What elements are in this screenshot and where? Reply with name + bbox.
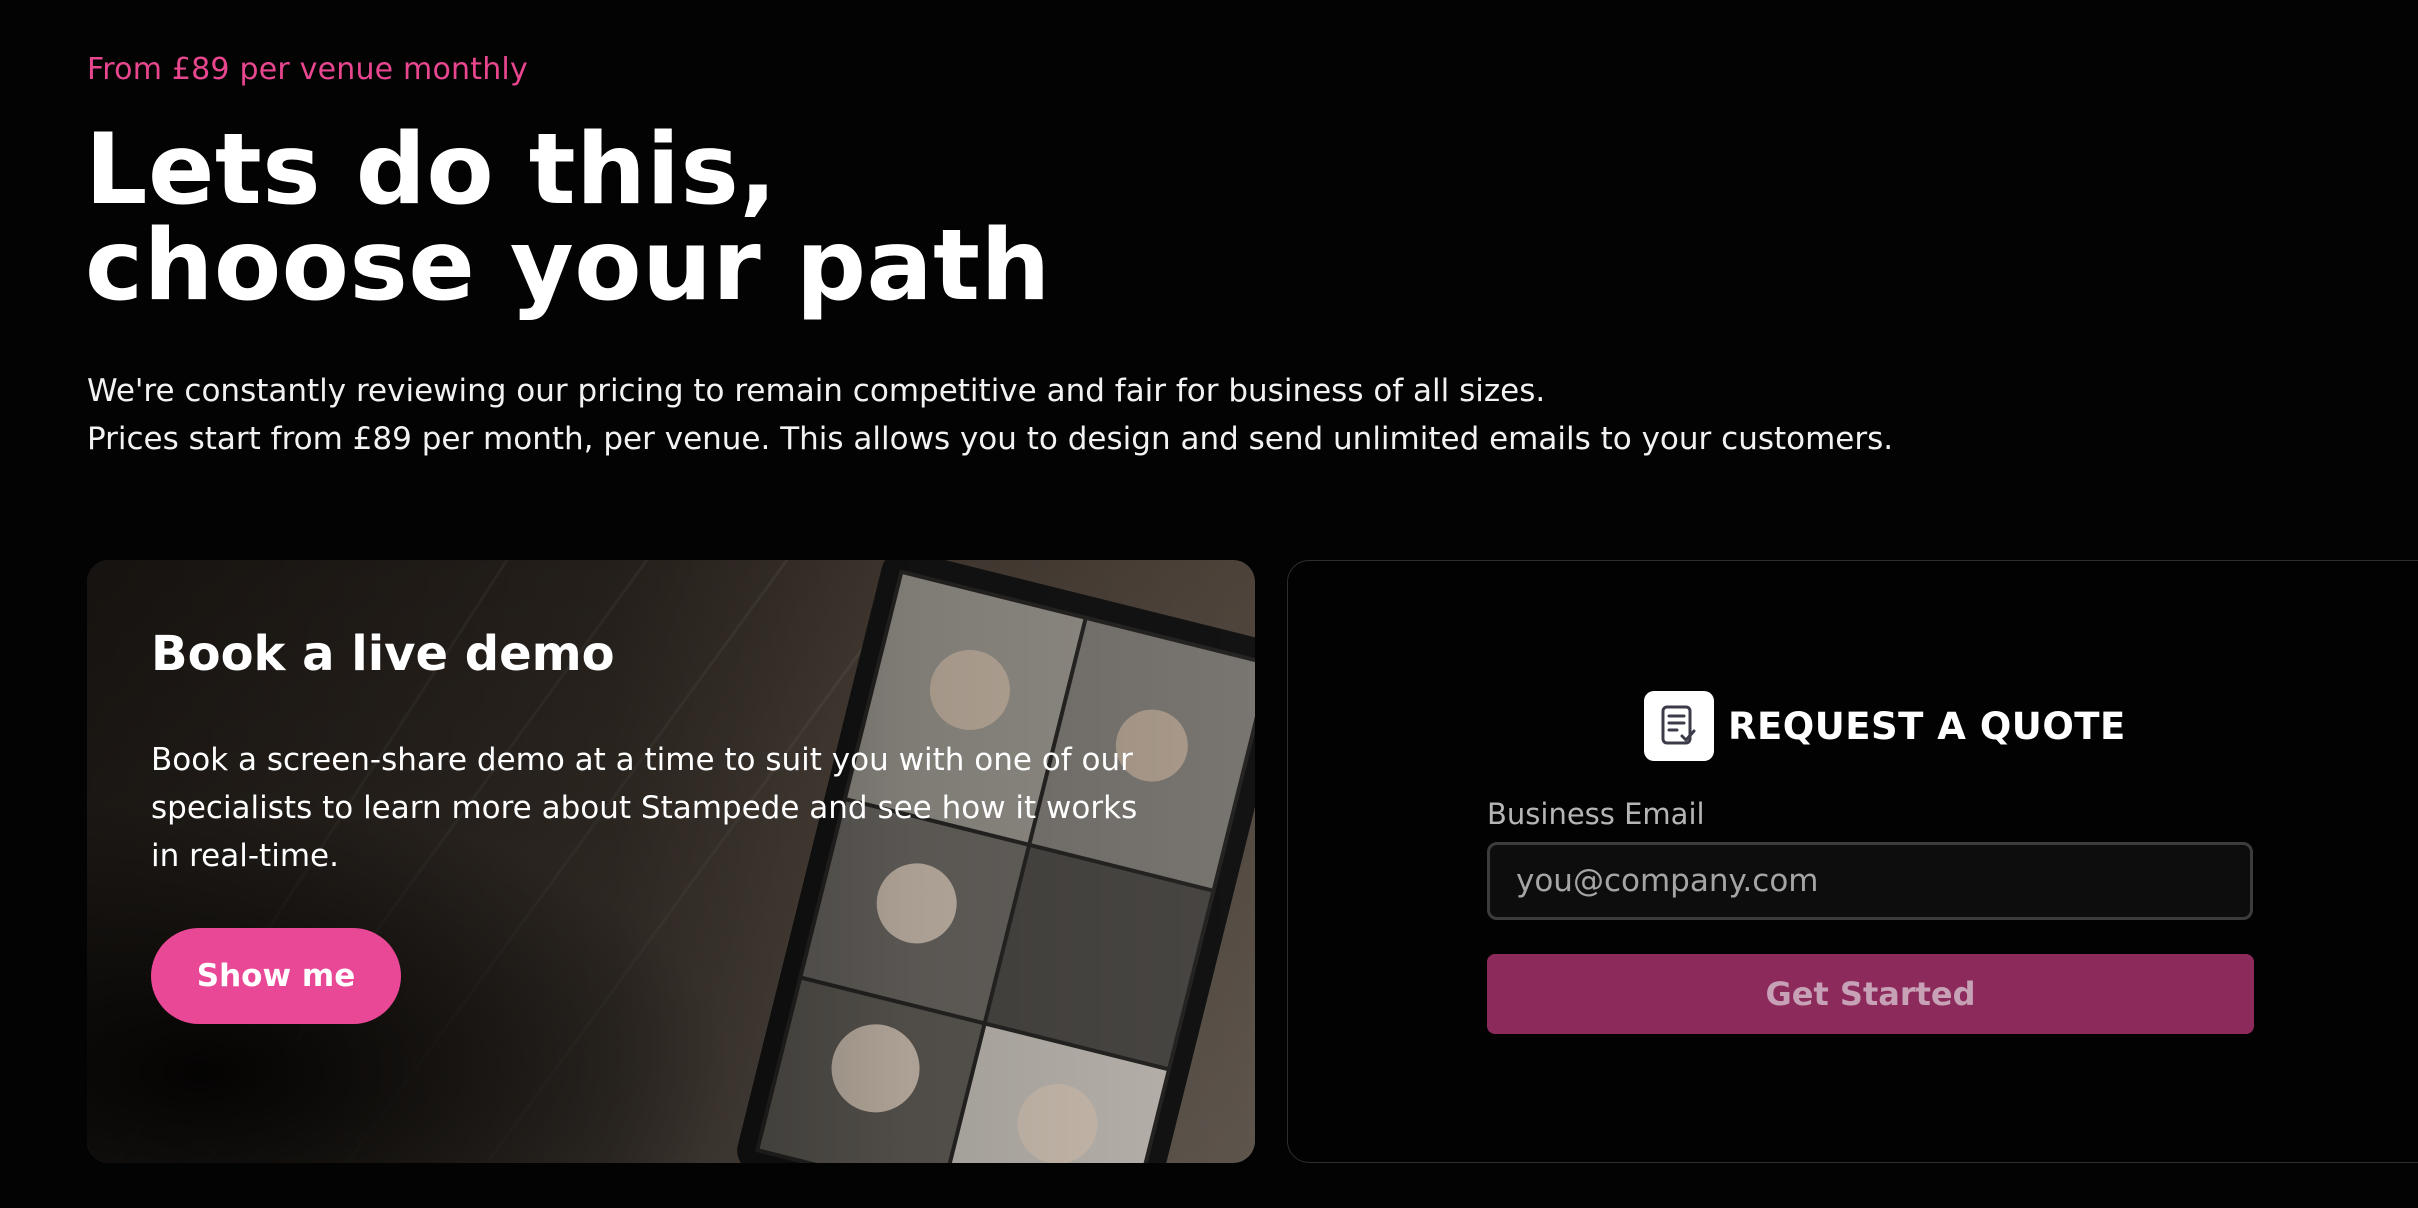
business-email-label: Business Email — [1487, 797, 1705, 831]
business-email-input[interactable] — [1487, 842, 2253, 920]
intro-line-1: We're constantly reviewing our pricing t… — [87, 373, 1546, 409]
pricing-page: From £89 per venue monthly Lets do this,… — [0, 0, 2418, 1208]
request-quote-card: REQUEST A QUOTE Business Email Get Start… — [1287, 560, 2418, 1163]
show-me-button[interactable]: Show me — [151, 928, 401, 1024]
demo-text-line-1: Book a screen-share demo at a time to su… — [151, 742, 1133, 778]
intro-text: We're constantly reviewing our pricing t… — [87, 367, 1893, 463]
price-eyebrow: From £89 per venue monthly — [87, 52, 528, 87]
quote-card-header: REQUEST A QUOTE — [1644, 691, 2126, 761]
demo-text-line-2: specialists to learn more about Stampede… — [151, 790, 1138, 826]
headline-line-1: Lets do this, — [85, 113, 778, 227]
demo-card-description: Book a screen-share demo at a time to su… — [151, 736, 1191, 880]
demo-card-title: Book a live demo — [151, 626, 615, 682]
headline-line-2: choose your path — [85, 209, 1051, 323]
book-demo-card: Book a live demo Book a screen-share dem… — [87, 560, 1255, 1163]
document-check-icon — [1644, 691, 1714, 761]
quote-card-title: REQUEST A QUOTE — [1728, 704, 2126, 748]
get-started-button[interactable]: Get Started — [1487, 954, 2254, 1034]
page-headline: Lets do this, choose your path — [85, 113, 1051, 323]
demo-text-line-3: in real-time. — [151, 838, 339, 874]
intro-line-2: Prices start from £89 per month, per ven… — [87, 421, 1894, 457]
